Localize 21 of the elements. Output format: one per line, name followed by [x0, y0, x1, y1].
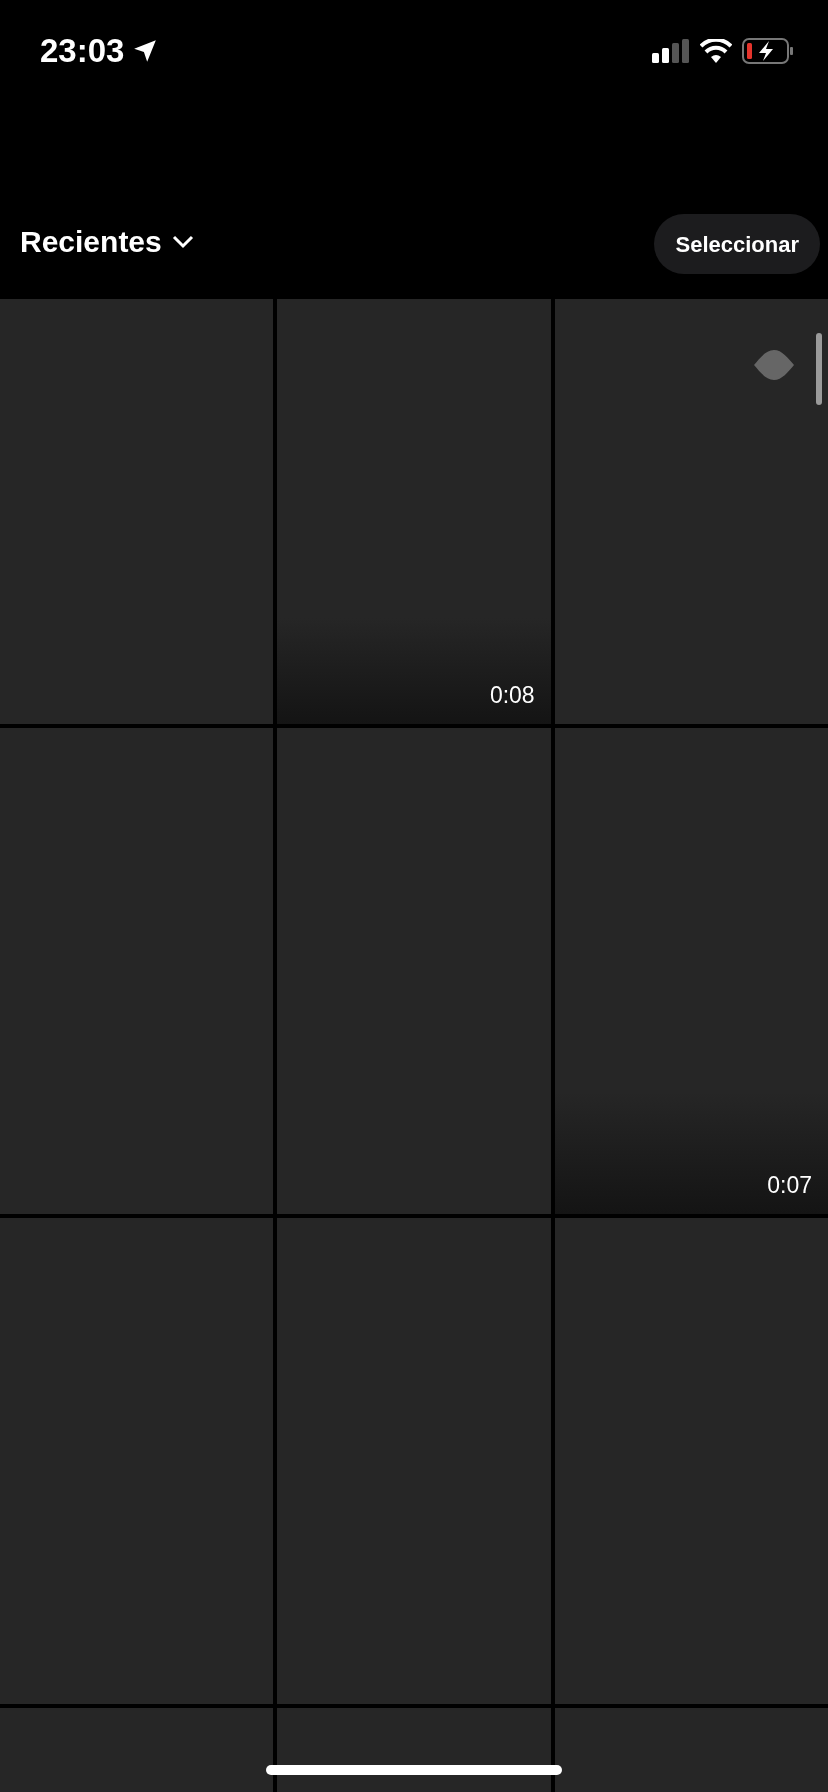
video-thumbnail[interactable]: 0:08	[277, 299, 551, 724]
photo-thumbnail[interactable]	[277, 728, 551, 1214]
photo-thumbnail[interactable]	[0, 1218, 274, 1704]
video-thumbnail[interactable]: 0:07	[554, 728, 828, 1214]
chevron-down-icon	[171, 234, 194, 249]
battery-icon	[742, 38, 794, 64]
photo-thumbnail[interactable]	[554, 1218, 828, 1704]
album-dropdown[interactable]: Recientes	[20, 219, 194, 264]
status-time: 23:03	[40, 31, 125, 72]
photo-thumbnail[interactable]	[0, 728, 274, 1214]
photo-thumbnail[interactable]	[0, 299, 274, 724]
location-arrow-icon	[132, 38, 159, 64]
scroll-indicator	[816, 333, 822, 405]
select-button[interactable]: Seleccionar	[654, 214, 820, 274]
video-duration: 0:08	[489, 680, 535, 710]
photo-thumbnail[interactable]	[277, 1218, 551, 1704]
signal-icon	[652, 39, 690, 63]
wifi-icon	[700, 39, 732, 63]
badge-icon	[754, 350, 794, 380]
photo-thumbnail[interactable]	[554, 299, 828, 724]
video-duration: 0:07	[767, 1170, 812, 1200]
